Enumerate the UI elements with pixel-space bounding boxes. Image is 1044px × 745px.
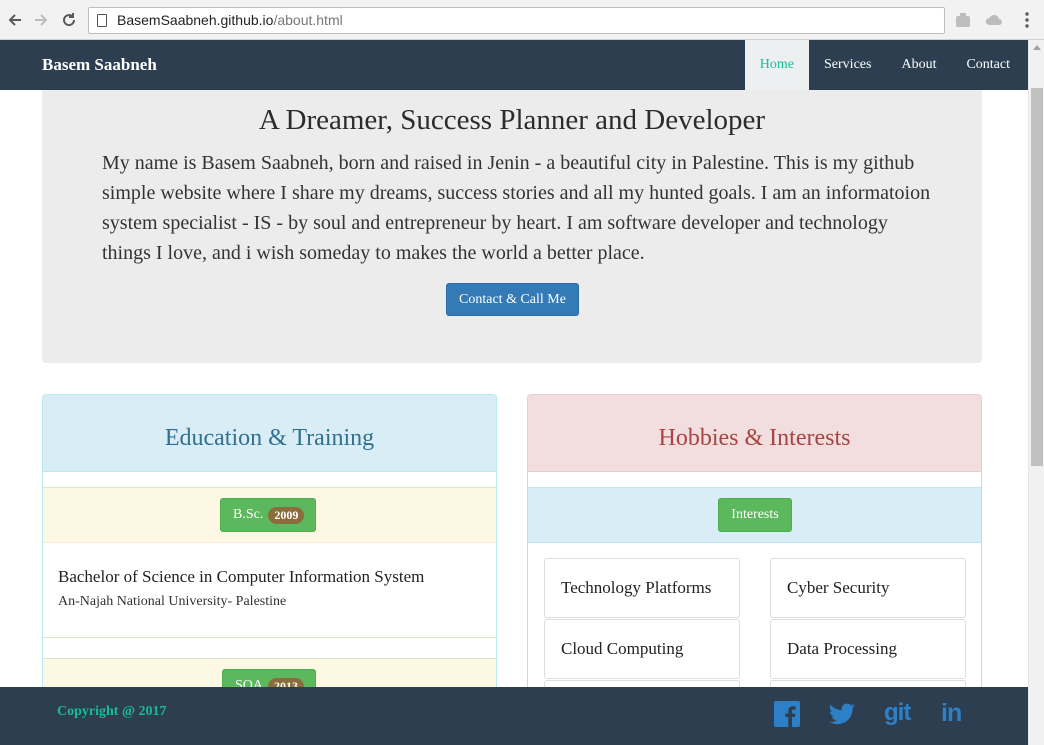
interests-button[interactable]: Interests bbox=[718, 498, 792, 532]
url-path: /about.html bbox=[273, 12, 343, 28]
extension-icon[interactable] bbox=[954, 11, 972, 29]
education-item: B.Sc. 2009 Bachelor of Science in Comput… bbox=[43, 487, 496, 638]
scroll-up-arrow-icon[interactable] bbox=[1033, 45, 1041, 50]
page-scrollbar[interactable] bbox=[1028, 40, 1044, 745]
education-item-header: B.Sc. 2009 bbox=[43, 488, 496, 543]
site-footer: Copyright @ 2017 git in bbox=[0, 687, 1028, 745]
hero-body: My name is Basem Saabneh, born and raise… bbox=[102, 152, 931, 264]
brand-name[interactable]: Basem Saabneh bbox=[42, 55, 157, 75]
education-item-body: Bachelor of Science in Computer Informat… bbox=[43, 543, 496, 637]
scroll-thumb[interactable] bbox=[1031, 88, 1043, 466]
menu-dots-icon[interactable] bbox=[1018, 11, 1036, 29]
hobbies-heading: Hobbies & Interests bbox=[528, 395, 981, 472]
contact-button[interactable]: Contact & Call Me bbox=[446, 283, 579, 316]
education-heading: Education & Training bbox=[43, 395, 496, 472]
hero-title: A Dreamer, Success Planner and Developer bbox=[258, 104, 766, 136]
nav-links: Home Services About Contact bbox=[744, 40, 1028, 90]
nav-contact[interactable]: Contact bbox=[951, 40, 1028, 90]
degree-title: Bachelor of Science in Computer Informat… bbox=[58, 567, 425, 586]
reload-icon[interactable] bbox=[58, 9, 80, 31]
degree-button[interactable]: B.Sc. 2009 bbox=[220, 498, 317, 532]
hobbies-panel: Hobbies & Interests Interests Technology… bbox=[527, 394, 982, 694]
hero-section: A Dreamer, Success Planner and Developer… bbox=[42, 90, 982, 363]
interest-item: Data Processing bbox=[770, 619, 966, 679]
nav-services[interactable]: Services bbox=[809, 40, 886, 90]
back-arrow-icon[interactable] bbox=[4, 9, 26, 31]
url-host: BasemSaabneh.github.io bbox=[117, 12, 274, 28]
linkedin-icon[interactable]: in bbox=[941, 699, 962, 729]
cloud-icon[interactable] bbox=[985, 11, 1003, 29]
git-icon[interactable]: git bbox=[884, 699, 911, 729]
site-navbar: Basem Saabneh Home Services About Contac… bbox=[0, 40, 1028, 90]
interest-item: Cloud Computing bbox=[544, 619, 740, 679]
facebook-icon[interactable] bbox=[774, 701, 800, 731]
institution-name: An-Najah National University- Palestine bbox=[58, 594, 287, 609]
address-bar[interactable]: BasemSaabneh.github.io/about.html bbox=[88, 7, 945, 34]
browser-toolbar: BasemSaabneh.github.io/about.html bbox=[0, 0, 1044, 40]
twitter-icon[interactable] bbox=[828, 703, 856, 733]
degree-label: B.Sc. bbox=[233, 507, 264, 522]
interests-header: Interests bbox=[528, 487, 981, 543]
year-badge: 2009 bbox=[268, 506, 305, 524]
forward-arrow-icon[interactable] bbox=[30, 9, 52, 31]
page-icon bbox=[97, 14, 107, 27]
education-panel: Education & Training B.Sc. 2009 Bachelor… bbox=[42, 394, 497, 694]
copyright-text: Copyright @ 2017 bbox=[57, 704, 167, 719]
interest-item: Technology Platforms bbox=[544, 558, 740, 618]
nav-about[interactable]: About bbox=[886, 40, 951, 90]
nav-home[interactable]: Home bbox=[744, 40, 810, 90]
interest-item: Cyber Security bbox=[770, 558, 966, 618]
